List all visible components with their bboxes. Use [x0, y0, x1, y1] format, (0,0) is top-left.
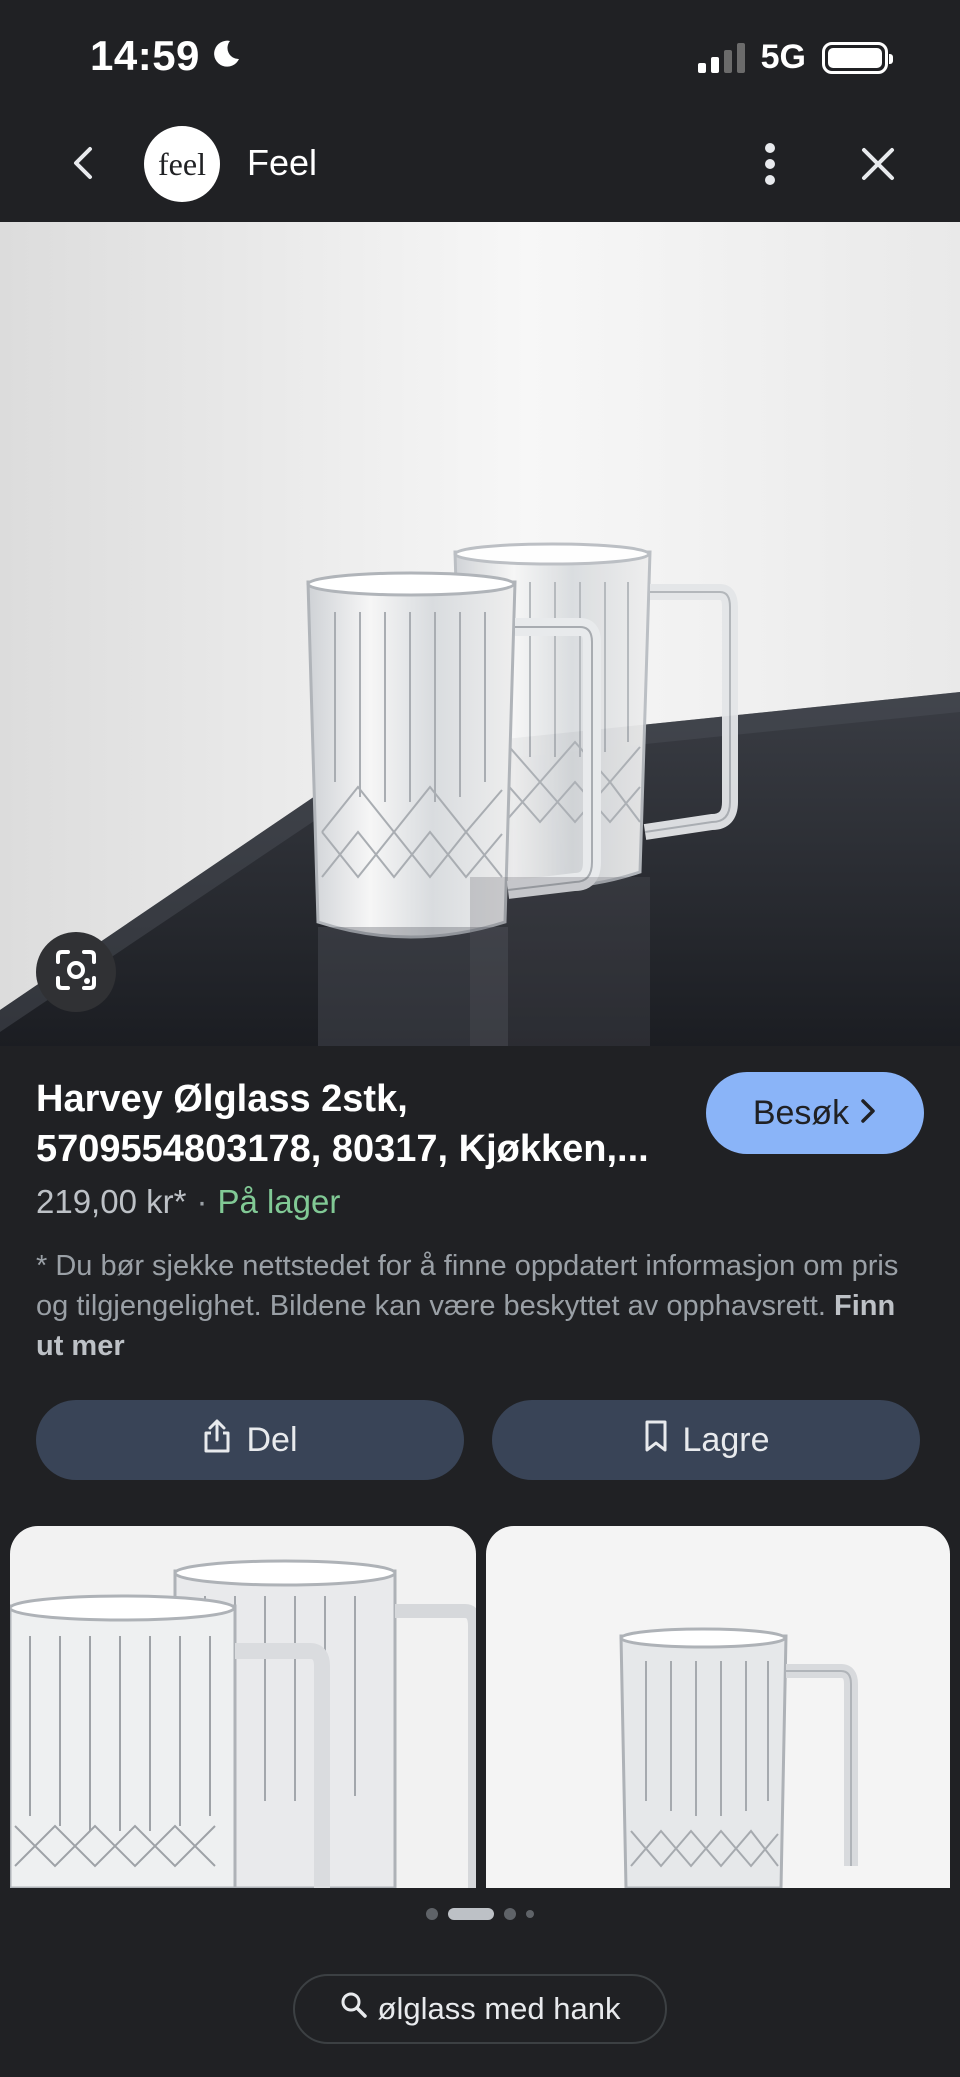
- visit-button-label: Besøk: [752, 1093, 850, 1132]
- close-icon: [860, 146, 896, 187]
- share-icon: [202, 1418, 232, 1463]
- status-time-text: 14:59: [90, 32, 200, 79]
- disclaimer: * Du bør sjekke nettstedet for å finne o…: [36, 1246, 916, 1366]
- lens-icon: [54, 948, 98, 997]
- separator: ·: [196, 1183, 208, 1220]
- back-arrow-icon: [68, 143, 98, 188]
- page-dot-active: [448, 1908, 494, 1920]
- back-button[interactable]: [58, 140, 108, 190]
- related-image-2[interactable]: [486, 1526, 950, 1888]
- close-button[interactable]: [852, 140, 904, 192]
- network-type: 5G: [760, 38, 806, 76]
- product-title[interactable]: Harvey Ølglass 2stk, 5709554803178, 8031…: [36, 1074, 686, 1174]
- search-query-pill[interactable]: ølglass med hank: [293, 1974, 667, 2044]
- more-vert-icon: [764, 142, 776, 191]
- bookmark-icon: [643, 1419, 669, 1462]
- save-button-label: Lagre: [682, 1420, 770, 1459]
- stock-status: På lager: [217, 1183, 341, 1220]
- page-dot: [426, 1908, 438, 1920]
- search-query-text: ølglass med hank: [377, 1991, 621, 2026]
- viewer-header: feel Feel: [0, 110, 960, 222]
- signal-icon: [697, 42, 745, 73]
- page-indicator: [0, 1908, 960, 1920]
- search-icon: [340, 1991, 368, 2027]
- site-name[interactable]: Feel: [247, 142, 317, 184]
- share-button-label: Del: [246, 1420, 298, 1459]
- status-bar: 14:59 5G: [0, 0, 960, 110]
- product-title-line-1: Harvey Ølglass 2stk,: [36, 1078, 408, 1120]
- related-image-1[interactable]: [10, 1526, 476, 1888]
- disclaimer-text: * Du bør sjekke nettstedet for å finne o…: [36, 1250, 899, 1322]
- chevron-right-icon: [859, 1094, 877, 1133]
- visit-button[interactable]: Besøk: [706, 1072, 924, 1154]
- site-logo-text: feel: [158, 145, 206, 182]
- battery-icon: [822, 41, 893, 74]
- save-button[interactable]: Lagre: [492, 1400, 920, 1480]
- price-row: 219,00 kr* · På lager: [36, 1183, 340, 1221]
- product-title-line-2: 5709554803178, 80317, Kjøkken,...: [36, 1128, 649, 1170]
- status-indicators: 5G: [697, 38, 893, 77]
- share-button[interactable]: Del: [36, 1400, 464, 1480]
- site-logo[interactable]: feel: [144, 126, 220, 202]
- moon-icon: [210, 32, 242, 80]
- product-image[interactable]: [0, 222, 960, 1046]
- page-dot: [526, 1910, 534, 1918]
- lens-button[interactable]: [36, 932, 116, 1012]
- more-options-button[interactable]: [750, 138, 790, 194]
- page-dot: [504, 1908, 516, 1920]
- status-time: 14:59: [90, 32, 242, 80]
- price: 219,00 kr*: [36, 1183, 187, 1220]
